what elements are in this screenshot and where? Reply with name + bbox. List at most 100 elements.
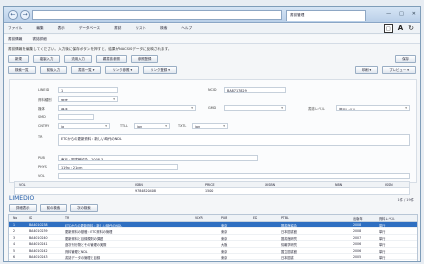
list-col-level[interactable]: 資料レベル	[379, 216, 395, 221]
grid-col-vol: VOL	[19, 183, 26, 187]
list-cell: 2	[13, 229, 16, 234]
vol-grid-row[interactable]: 9784820408 1500	[14, 188, 410, 195]
address-bar[interactable]	[32, 10, 282, 20]
list-cell: 2006	[353, 242, 362, 247]
bib-list-button[interactable]: 書誌一覧	[71, 66, 102, 74]
toolbar-primary: 新規 複製入力 流用入力 親書誌参照 参照登録 保存	[4, 54, 420, 64]
preview-button[interactable]: プレビュー	[382, 66, 416, 74]
copy-input-button[interactable]: 複製入力	[32, 55, 61, 63]
list-col-ptbl[interactable]: PTBL	[281, 216, 289, 220]
cntry-select[interactable]: ja	[58, 123, 110, 129]
grid-col-xisbn: XISBN	[265, 183, 276, 187]
list-cell: 東京	[221, 224, 228, 228]
list-col-no[interactable]: No	[13, 216, 17, 220]
notice-text: 書誌情報を編集してください。入力後に保存ボタンを押すと、結果がNACSISデータ…	[8, 47, 172, 51]
list-col-year[interactable]: 出版年	[353, 216, 363, 221]
txtl-select[interactable]: jpn	[192, 123, 228, 129]
gmd-select[interactable]	[224, 105, 286, 111]
list-col-tr[interactable]: TR	[65, 216, 69, 220]
menu-file[interactable]: ファイル	[8, 26, 22, 31]
level-label: 書誌レベル	[308, 107, 325, 111]
prev-next-button[interactable]: 前後入力	[39, 66, 68, 74]
id-field[interactable]: BA8717829	[224, 87, 286, 93]
tab-title[interactable]: 書誌管理	[286, 10, 366, 21]
prev-search-button[interactable]: 前の検索	[39, 204, 68, 212]
list-cell: 5	[13, 248, 16, 253]
list-cell: BA4010243	[29, 255, 48, 259]
menu-list[interactable]: リスト	[135, 26, 146, 31]
search-list-button[interactable]: 検索一覧	[8, 66, 36, 74]
list-cell: 2008	[353, 223, 362, 227]
reuse-input-button[interactable]: 流用入力	[64, 55, 92, 63]
list-col-pub[interactable]: PUB	[221, 216, 227, 220]
list-cell: ETCからの更新資料 : 新しい時代のNDL	[65, 224, 123, 228]
list-item[interactable]: 7BA4010244新しい目録規則 : 資料の管理 東京 日本図書館2005単行	[9, 260, 417, 262]
phys-field[interactable]: 119p ; 21cm	[58, 164, 178, 170]
detail-button[interactable]: 詳細表示	[9, 204, 37, 212]
minimize-icon[interactable]: —	[386, 11, 391, 17]
list-cell: BA4010240	[29, 235, 48, 240]
ref-register-button[interactable]: 参照登録	[130, 55, 159, 63]
menu-view[interactable]: 表示	[58, 26, 65, 31]
breadcrumb-item[interactable]: 書誌詳細	[32, 37, 46, 41]
application-window: ← → 書誌管理 — □ ✕ ファイル 編集 表示 データベース 書誌 リスト …	[3, 6, 421, 262]
bibtype-select[interactable]: 図書	[58, 96, 118, 102]
list-cell: 新しい目録規則 : 資料の管理	[65, 261, 193, 262]
forward-button[interactable]: →	[20, 10, 30, 20]
list-cell: 逐次刊行物とその管理の実際	[65, 243, 107, 248]
vol-label: VOL	[38, 174, 45, 178]
smd-label: SMD	[38, 115, 46, 119]
list-cell: 図書館研究	[281, 236, 297, 241]
list-col-ed[interactable]: ED	[253, 216, 257, 220]
list-cell: BA4010239	[29, 229, 48, 234]
save-button[interactable]: 保存	[395, 55, 416, 63]
pub-label: PUB	[38, 156, 45, 160]
refresh-icon[interactable]: ↻	[408, 24, 414, 33]
new-button[interactable]: 新規	[8, 55, 29, 63]
vol-field[interactable]	[58, 173, 410, 179]
print-button[interactable]: 印刷	[354, 66, 379, 74]
level-select[interactable]: 単行レベル	[336, 105, 410, 111]
ttll-select[interactable]: jpn	[134, 123, 170, 129]
list-cell: 2005	[353, 261, 377, 262]
list-cell: 単行	[379, 249, 386, 254]
list-col-vlyr[interactable]: VLYR	[195, 216, 203, 220]
menu-database[interactable]: データベース	[79, 26, 100, 31]
window-icon[interactable]: □	[383, 24, 393, 33]
bibtype-label: 資料種別	[38, 98, 52, 102]
window-controls: — □ ✕	[386, 11, 416, 17]
grid-col-nbn: NBN	[335, 183, 343, 187]
bib-form: LINEID 1 NCID BA8717829 資料種別 図書 媒体 冊子 GM…	[9, 79, 417, 183]
section-title: LIMEDIO	[9, 195, 35, 202]
list-cell: 4	[13, 242, 16, 247]
link-register-button[interactable]: リンク登録	[143, 66, 177, 74]
lineid-label: LINEID	[38, 88, 50, 92]
font-size-icon[interactable]: A	[398, 24, 403, 33]
menu-help[interactable]: ヘルプ	[181, 26, 192, 31]
list-col-id[interactable]: ID	[29, 216, 32, 220]
txtl-label: TXTL	[178, 124, 187, 128]
breadcrumb-item[interactable]: 書誌情報	[8, 37, 22, 41]
list-cell: 単行	[379, 230, 386, 235]
menu-edit[interactable]: 編集	[36, 26, 43, 31]
list-cell: 単行	[379, 261, 415, 262]
pub-field[interactable]: 東京 : 図書館協会 , 2008.3	[58, 155, 258, 161]
tr-field[interactable]: ETCからの更新資料 : 新しい時代のNDL	[58, 134, 410, 146]
close-icon[interactable]: ✕	[412, 11, 416, 17]
parent-ref-button[interactable]: 親書誌参照	[95, 55, 127, 63]
list-cell: 資料管理とNDL	[65, 249, 88, 254]
menu-bib[interactable]: 書誌	[114, 26, 121, 31]
media-label: 媒体	[38, 107, 45, 111]
media-select[interactable]: 冊子	[58, 105, 196, 111]
maximize-icon[interactable]: □	[399, 11, 404, 17]
back-button[interactable]: ←	[8, 10, 18, 20]
smd-field[interactable]	[58, 114, 94, 120]
list-cell: 2008	[353, 229, 362, 234]
list-cell: 単行	[379, 256, 386, 260]
grid-col-isbn: ISBN	[135, 183, 143, 187]
menu-search[interactable]: 検索	[160, 26, 167, 31]
list-cell: 図書館協会	[281, 224, 297, 228]
next-search-button[interactable]: 次の検索	[70, 204, 98, 212]
lineid-field[interactable]: 1	[58, 87, 118, 93]
link-ref-button[interactable]: リンク参照	[105, 66, 140, 74]
